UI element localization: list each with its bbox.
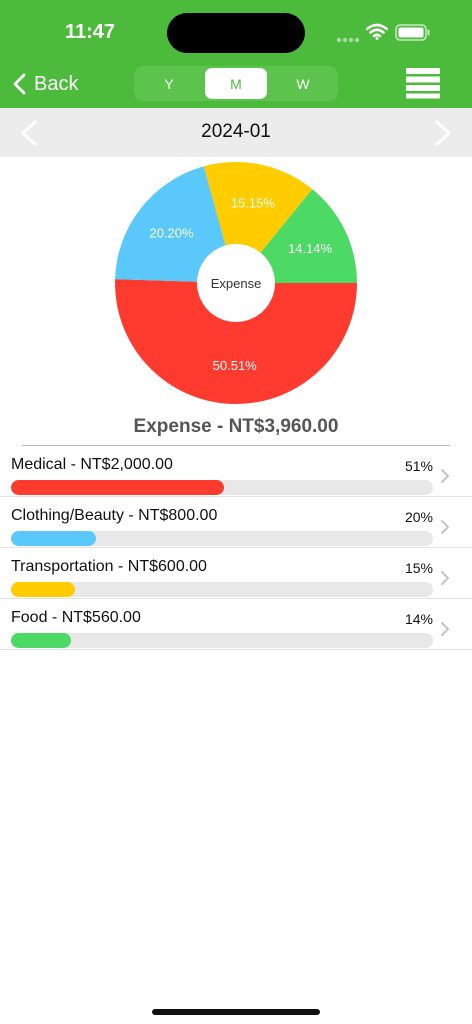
- chevron-right-icon: [432, 120, 454, 150]
- category-list: Medical - NT$2,000.00 51% Clothing/Beaut…: [0, 446, 472, 650]
- category-label: Medical - NT$2,000.00: [11, 456, 173, 473]
- chevron-right-icon: [440, 519, 450, 540]
- pie-percent-label: 50.51%: [213, 358, 258, 373]
- pie-percent-label: 15.15%: [231, 196, 276, 211]
- category-progress-track: [11, 582, 433, 597]
- category-progress-track: [11, 480, 433, 495]
- chevron-right-icon: [440, 621, 450, 642]
- category-percent: 15%: [404, 560, 433, 576]
- next-period-button[interactable]: [432, 120, 454, 146]
- back-button[interactable]: Back: [12, 70, 78, 98]
- expense-pie-chart: 50.51% 20.20% 15.15% 14.14% Expense: [114, 162, 358, 405]
- category-row-food[interactable]: Food - NT$560.00 14%: [0, 599, 472, 650]
- back-label: Back: [34, 72, 79, 95]
- category-progress-fill: [11, 480, 225, 495]
- hamburger-icon: [406, 68, 440, 103]
- category-progress-track: [11, 633, 433, 648]
- category-label: Food - NT$560.00: [11, 609, 141, 626]
- category-row-clothing-beauty[interactable]: Clothing/Beauty - NT$800.00 20%: [0, 497, 472, 548]
- header: 11:47 Back Y M W: [0, 0, 472, 108]
- category-percent: 51%: [404, 458, 433, 474]
- category-progress-fill: [11, 531, 97, 546]
- period-segmented-control: Y M W: [134, 66, 338, 101]
- chevron-right-icon: [440, 468, 450, 489]
- signal-icon: [336, 30, 360, 48]
- pie-percent-label: 20.20%: [149, 225, 194, 240]
- total-expense-label: Expense - NT$3,960.00: [133, 416, 339, 437]
- segment-week[interactable]: W: [272, 68, 334, 99]
- category-progress-fill: [11, 582, 75, 597]
- app-screen: 11:47 Back Y M W 2024-01 50.51% 20.20% 1…: [0, 0, 472, 1024]
- segment-year[interactable]: Y: [138, 68, 200, 99]
- chevron-left-icon: [12, 73, 26, 95]
- category-row-medical[interactable]: Medical - NT$2,000.00 51%: [0, 446, 472, 497]
- menu-button[interactable]: [406, 67, 440, 99]
- category-row-transportation[interactable]: Transportation - NT$600.00 15%: [0, 548, 472, 599]
- category-percent: 14%: [404, 611, 433, 627]
- category-label: Transportation - NT$600.00: [11, 558, 207, 575]
- category-progress-track: [11, 531, 433, 546]
- category-progress-fill: [11, 633, 71, 648]
- period-label: 2024-01: [201, 121, 271, 142]
- status-time: 11:47: [65, 21, 116, 43]
- dynamic-island: [167, 13, 305, 53]
- period-navigator: 2024-01: [0, 108, 472, 157]
- chevron-right-icon: [440, 570, 450, 591]
- pie-percent-label: 14.14%: [288, 241, 333, 256]
- category-label: Clothing/Beauty - NT$800.00: [11, 507, 218, 524]
- wifi-icon: [365, 23, 389, 45]
- segment-month[interactable]: M: [205, 68, 267, 99]
- home-indicator: [152, 1009, 320, 1015]
- battery-icon: [395, 24, 431, 46]
- category-percent: 20%: [404, 509, 433, 525]
- pie-center-label: Expense: [211, 276, 262, 291]
